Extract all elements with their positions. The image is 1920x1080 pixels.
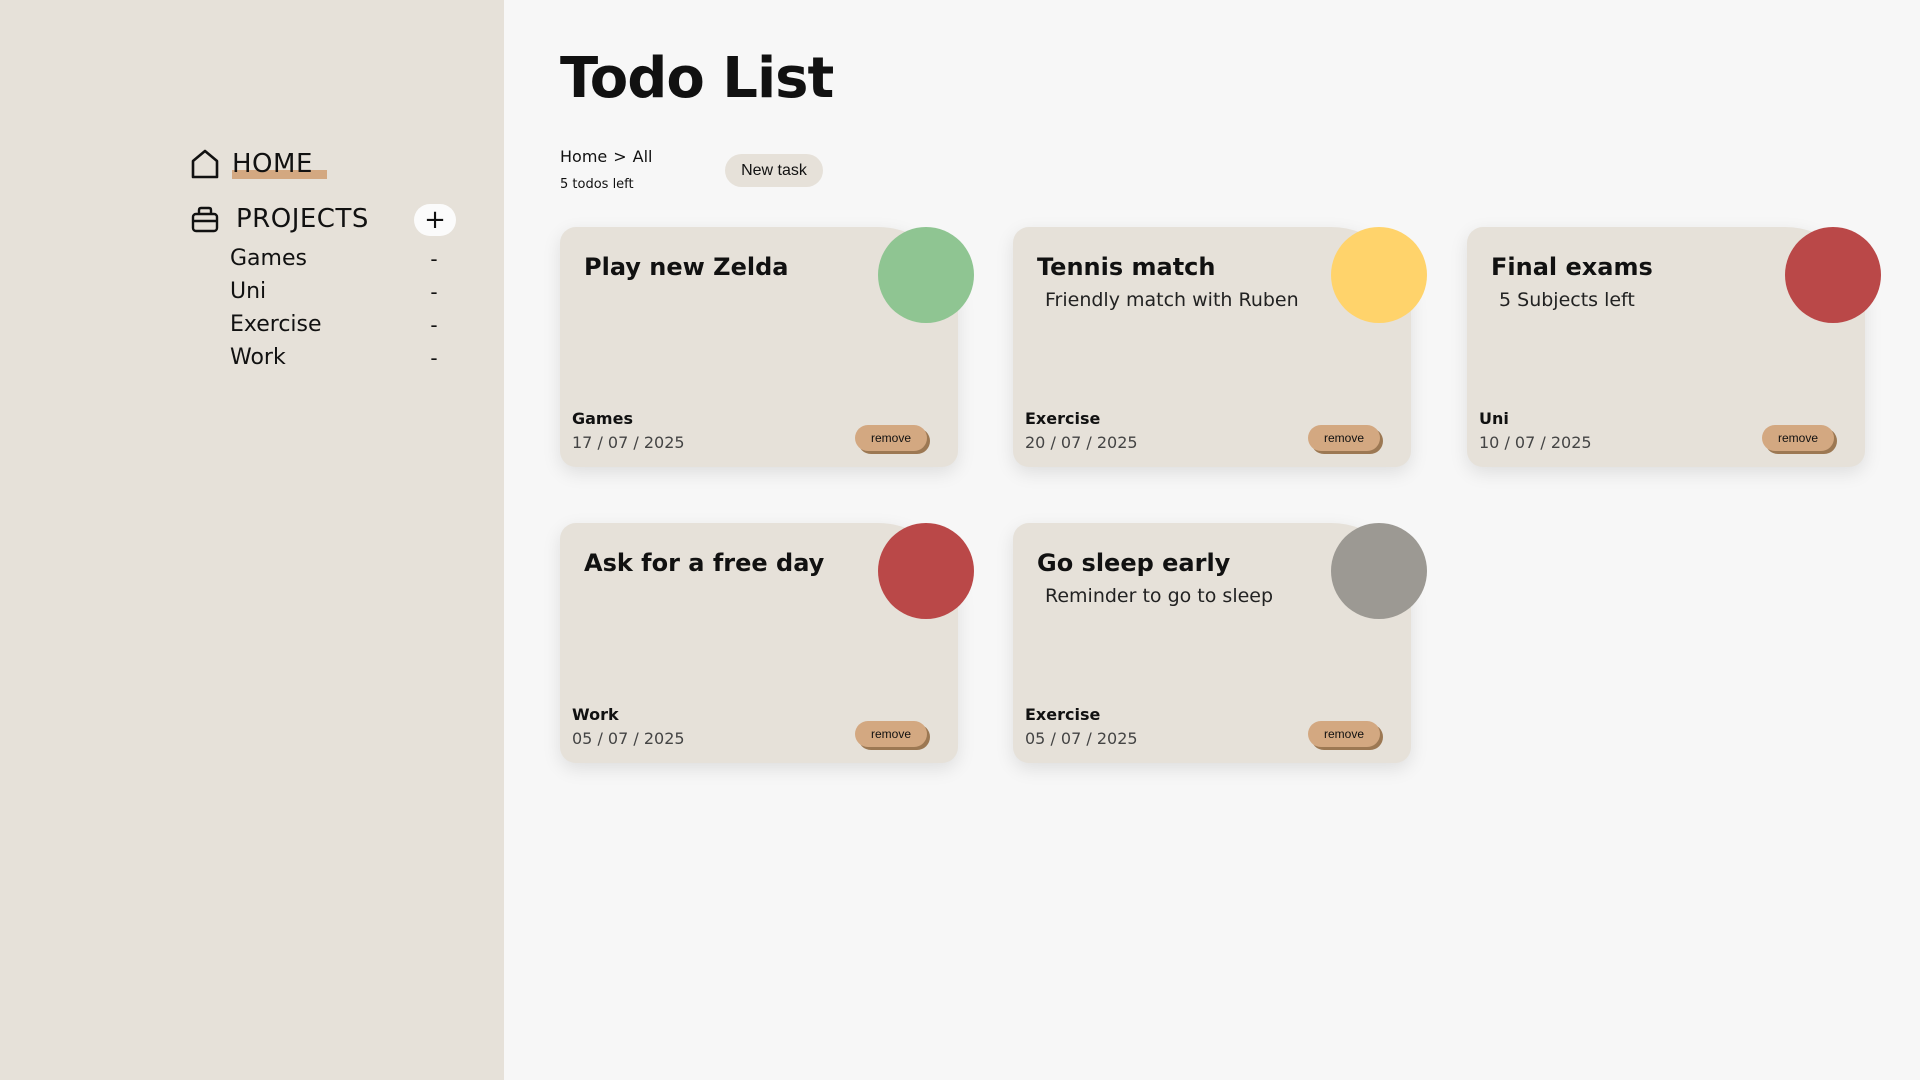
briefcase-icon: [191, 206, 219, 233]
project-item-label[interactable]: Games: [230, 246, 307, 271]
todo-project: Games: [572, 409, 633, 428]
todo-card[interactable]: Tennis match Friendly match with Ruben E…: [1013, 227, 1427, 467]
sidebar: HOME PROJECTS + Games - Uni - Exercise -…: [0, 0, 504, 1080]
priority-indicator: [1331, 227, 1427, 323]
project-list: Games - Uni - Exercise - Work -: [230, 242, 442, 374]
breadcrumb-home[interactable]: Home: [560, 147, 607, 166]
nav-home-label: HOME: [232, 149, 327, 179]
todo-project: Exercise: [1025, 705, 1101, 724]
priority-indicator: [1785, 227, 1881, 323]
remove-todo-button[interactable]: remove: [1762, 425, 1834, 451]
priority-indicator: [1331, 523, 1427, 619]
todo-card[interactable]: Ask for a free day Work 05 / 07 / 2025 r…: [560, 523, 974, 763]
todo-project: Uni: [1479, 409, 1509, 428]
todo-card[interactable]: Go sleep early Reminder to go to sleep E…: [1013, 523, 1427, 763]
project-item-label[interactable]: Exercise: [230, 312, 322, 337]
remove-project-button[interactable]: -: [426, 247, 442, 271]
new-task-button[interactable]: New task: [725, 154, 823, 187]
todo-title: Go sleep early: [1037, 549, 1231, 577]
todo-title: Ask for a free day: [584, 549, 825, 577]
remove-project-button[interactable]: -: [426, 280, 442, 304]
todos-left-count: 5 todos left: [560, 177, 634, 192]
todo-date: 10 / 07 / 2025: [1479, 433, 1592, 452]
todo-project: Work: [572, 705, 619, 724]
todo-description: Reminder to go to sleep: [1045, 585, 1274, 607]
remove-project-button[interactable]: -: [426, 313, 442, 337]
todo-title: Final exams: [1491, 253, 1653, 281]
project-item-label[interactable]: Uni: [230, 279, 266, 304]
remove-todo-button[interactable]: remove: [855, 721, 927, 747]
todo-title: Play new Zelda: [584, 253, 789, 281]
project-item-work: Work -: [230, 341, 442, 374]
project-item-label[interactable]: Work: [230, 345, 286, 370]
remove-todo-button[interactable]: remove: [1308, 425, 1380, 451]
priority-indicator: [878, 227, 974, 323]
todo-title: Tennis match: [1037, 253, 1216, 281]
breadcrumb-current[interactable]: All: [633, 147, 653, 166]
project-item-exercise: Exercise -: [230, 308, 442, 341]
todo-description: 5 Subjects left: [1499, 289, 1635, 311]
main-content: Todo List Home > All 5 todos left New ta…: [504, 0, 1920, 1080]
todo-date: 17 / 07 / 2025: [572, 433, 685, 452]
breadcrumb-separator: >: [613, 147, 627, 166]
todo-description: Friendly match with Ruben: [1045, 289, 1299, 311]
add-project-button[interactable]: +: [414, 204, 456, 236]
nav-home[interactable]: HOME: [190, 148, 327, 180]
remove-todo-button[interactable]: remove: [1308, 721, 1380, 747]
todo-project: Exercise: [1025, 409, 1101, 428]
todo-card[interactable]: Final exams 5 Subjects left Uni 10 / 07 …: [1467, 227, 1881, 467]
home-icon: [191, 149, 219, 179]
todo-date: 05 / 07 / 2025: [1025, 729, 1138, 748]
todo-card[interactable]: Play new Zelda Games 17 / 07 / 2025 remo…: [560, 227, 974, 467]
project-item-games: Games -: [230, 242, 442, 275]
nav-projects[interactable]: PROJECTS: [190, 204, 369, 234]
priority-indicator: [878, 523, 974, 619]
page-title: Todo List: [560, 46, 834, 111]
todo-date: 05 / 07 / 2025: [572, 729, 685, 748]
todo-date: 20 / 07 / 2025: [1025, 433, 1138, 452]
nav-projects-label: PROJECTS: [236, 204, 369, 234]
remove-project-button[interactable]: -: [426, 346, 442, 370]
project-item-uni: Uni -: [230, 275, 442, 308]
remove-todo-button[interactable]: remove: [855, 425, 927, 451]
breadcrumb: Home > All: [560, 147, 653, 166]
